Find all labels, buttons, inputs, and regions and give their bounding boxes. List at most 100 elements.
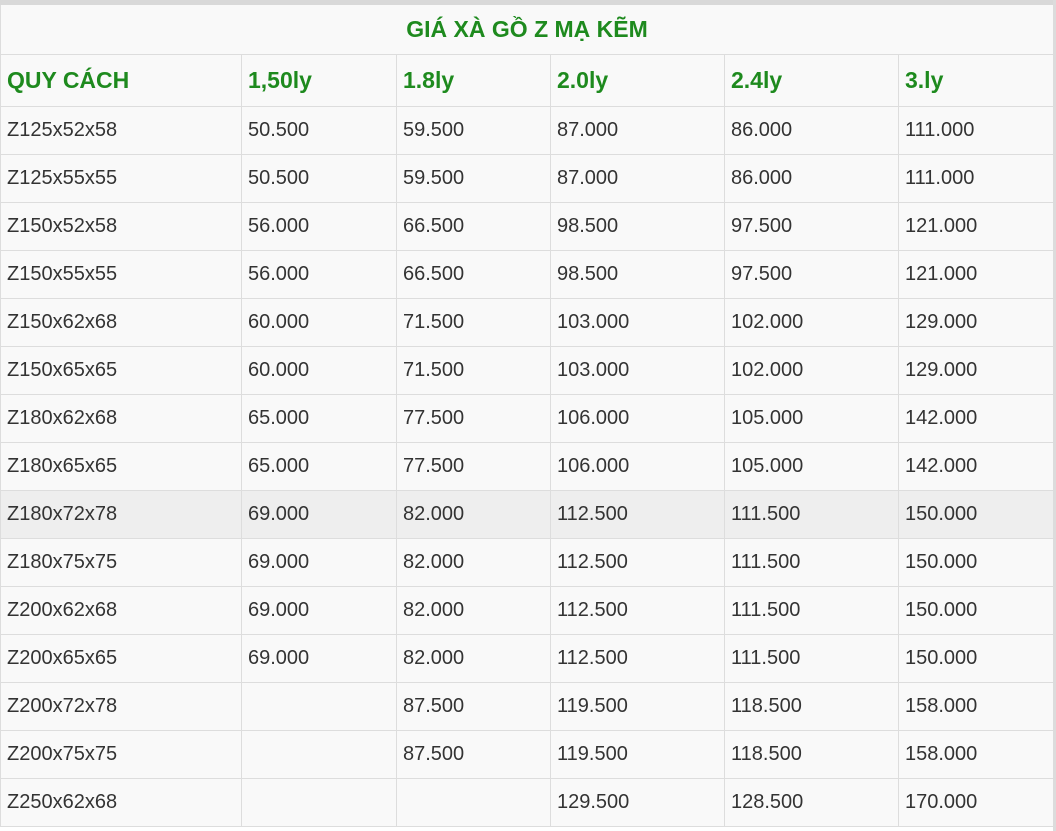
header-cell-spec: QUY CÁCH: [0, 54, 242, 107]
price-cell-1-50ly: [241, 682, 397, 731]
price-cell-1-8ly: 82.000: [396, 634, 551, 683]
price-cell-3ly: 150.000: [897, 538, 1055, 587]
header-cell-2-0ly: 2.0ly: [550, 54, 725, 107]
spec-cell: Z200x65x65: [0, 634, 242, 683]
price-cell-3ly: 150.000: [897, 586, 1055, 635]
price-cell-2-0ly: 112.500: [550, 490, 725, 539]
table-row: Z125x55x55 50.500 59.500 87.000 86.000 111.00…: [0, 154, 1055, 203]
price-cell-2-4ly: 86.000: [724, 154, 899, 203]
spec-cell: Z150x55x55: [0, 250, 242, 299]
price-cell-2-0ly: 106.000: [550, 442, 725, 491]
price-cell-2-4ly: 111.500: [724, 586, 899, 635]
table-row: Z250x62x68 129.500 128.500 170.000: [0, 778, 1055, 827]
price-cell-1-8ly: 71.500: [396, 298, 551, 347]
table-row: Z150x65x65 60.000 71.500 103.000 102.000 129.…: [0, 346, 1055, 395]
price-cell-3ly: 129.000: [897, 346, 1055, 395]
price-cell-2-0ly: 112.500: [550, 634, 725, 683]
price-cell-3ly: 158.000: [897, 682, 1055, 731]
price-cell-2-4ly: 105.000: [724, 394, 899, 443]
price-cell-1-50ly: 65.000: [241, 442, 397, 491]
price-cell-3ly: 142.000: [897, 442, 1055, 491]
price-cell-1-8ly: 59.500: [396, 106, 551, 155]
price-cell-1-50ly: 69.000: [241, 538, 397, 587]
header-row: QUY CÁCH 1,50ly 1.8ly 2.0ly 2.4ly 3.ly: [0, 54, 1055, 107]
price-cell-1-8ly: 77.500: [396, 442, 551, 491]
price-cell-1-8ly: [396, 778, 551, 827]
title-row: GIÁ XÀ GỒ Z MẠ KẼM: [0, 5, 1055, 55]
price-cell-2-0ly: 87.000: [550, 106, 725, 155]
price-cell-1-8ly: 82.000: [396, 586, 551, 635]
price-cell-2-0ly: 103.000: [550, 298, 725, 347]
price-cell-1-50ly: 60.000: [241, 298, 397, 347]
price-table: GIÁ XÀ GỒ Z MẠ KẼM QUY CÁCH 1,50ly 1.8ly…: [0, 5, 1055, 827]
price-cell-2-4ly: 86.000: [724, 106, 899, 155]
price-cell-2-4ly: 102.000: [724, 298, 899, 347]
table-row: Z200x75x75 87.500 119.500 118.500 158.000: [0, 730, 1055, 779]
price-cell-2-0ly: 98.500: [550, 250, 725, 299]
spec-cell: Z125x52x58: [0, 106, 242, 155]
spec-cell: Z180x75x75: [0, 538, 242, 587]
price-cell-1-50ly: 56.000: [241, 250, 397, 299]
price-cell-2-4ly: 111.500: [724, 538, 899, 587]
spec-cell: Z150x52x58: [0, 202, 242, 251]
price-cell-2-4ly: 128.500: [724, 778, 899, 827]
table-row: Z200x62x68 69.000 82.000 112.500 111.500 150.…: [0, 586, 1055, 635]
header-cell-3ly: 3.ly: [897, 54, 1055, 107]
price-cell-1-50ly: 50.500: [241, 154, 397, 203]
price-cell-1-8ly: 87.500: [396, 682, 551, 731]
spec-cell: Z180x65x65: [0, 442, 242, 491]
price-cell-3ly: 150.000: [897, 634, 1055, 683]
price-cell-2-0ly: 98.500: [550, 202, 725, 251]
price-cell-1-8ly: 66.500: [396, 250, 551, 299]
price-cell-1-8ly: 77.500: [396, 394, 551, 443]
price-cell-2-4ly: 105.000: [724, 442, 899, 491]
header-cell-1-8ly: 1.8ly: [396, 54, 551, 107]
price-cell-1-8ly: 66.500: [396, 202, 551, 251]
price-cell-2-0ly: 112.500: [550, 538, 725, 587]
table-row: Z180x62x68 65.000 77.500 106.000 105.000 142.…: [0, 394, 1055, 443]
price-cell-2-0ly: 112.500: [550, 586, 725, 635]
price-cell-1-50ly: 65.000: [241, 394, 397, 443]
table-row: Z125x52x58 50.500 59.500 87.000 86.000 111.00…: [0, 106, 1055, 155]
price-cell-3ly: 170.000: [897, 778, 1055, 827]
table-title: GIÁ XÀ GỒ Z MẠ KẼM: [0, 5, 1055, 55]
price-cell-3ly: 150.000: [897, 490, 1055, 539]
header-cell-1-50ly: 1,50ly: [241, 54, 397, 107]
price-cell-1-50ly: 69.000: [241, 634, 397, 683]
table-row: Z150x62x68 60.000 71.500 103.000 102.000 129.…: [0, 298, 1055, 347]
price-cell-2-4ly: 111.500: [724, 490, 899, 539]
price-cell-2-0ly: 87.000: [550, 154, 725, 203]
price-cell-2-4ly: 118.500: [724, 730, 899, 779]
spec-cell: Z200x72x78: [0, 682, 242, 731]
table-row: Z200x65x65 69.000 82.000 112.500 111.500 150.…: [0, 634, 1055, 683]
price-cell-1-50ly: [241, 778, 397, 827]
price-cell-3ly: 111.000: [897, 154, 1055, 203]
header-cell-2-4ly: 2.4ly: [724, 54, 899, 107]
price-cell-3ly: 142.000: [897, 394, 1055, 443]
spec-cell: Z250x62x68: [0, 778, 242, 827]
price-cell-3ly: 111.000: [897, 106, 1055, 155]
price-cell-1-8ly: 87.500: [396, 730, 551, 779]
table-row: Z150x55x55 56.000 66.500 98.500 97.500 121.00…: [0, 250, 1055, 299]
price-cell-2-0ly: 103.000: [550, 346, 725, 395]
spec-cell: Z150x65x65: [0, 346, 242, 395]
price-cell-2-4ly: 97.500: [724, 202, 899, 251]
spec-cell: Z180x62x68: [0, 394, 242, 443]
spec-cell: Z200x75x75: [0, 730, 242, 779]
spec-cell: Z200x62x68: [0, 586, 242, 635]
spec-cell: Z180x72x78: [0, 490, 242, 539]
price-cell-2-4ly: 118.500: [724, 682, 899, 731]
price-cell-2-4ly: 102.000: [724, 346, 899, 395]
price-cell-3ly: 129.000: [897, 298, 1055, 347]
table-row: Z200x72x78 87.500 119.500 118.500 158.000: [0, 682, 1055, 731]
price-cell-2-0ly: 129.500: [550, 778, 725, 827]
price-cell-1-50ly: 60.000: [241, 346, 397, 395]
price-cell-3ly: 121.000: [897, 202, 1055, 251]
price-cell-1-8ly: 82.000: [396, 490, 551, 539]
price-cell-2-4ly: 111.500: [724, 634, 899, 683]
price-cell-3ly: 158.000: [897, 730, 1055, 779]
price-cell-1-8ly: 82.000: [396, 538, 551, 587]
price-cell-2-4ly: 97.500: [724, 250, 899, 299]
price-cell-3ly: 121.000: [897, 250, 1055, 299]
price-cell-1-50ly: 50.500: [241, 106, 397, 155]
